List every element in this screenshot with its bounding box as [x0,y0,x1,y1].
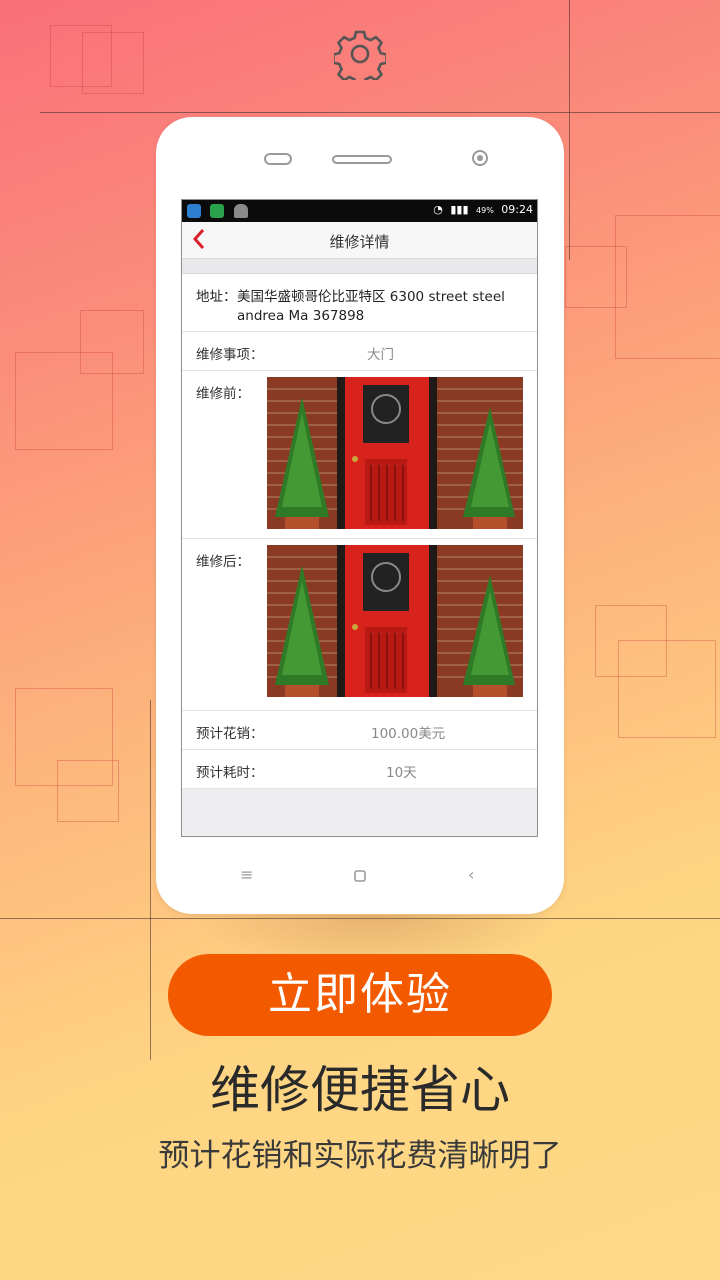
after-label: 维修后： [196,554,250,570]
item-label: 维修事项： [196,347,264,363]
duration-label: 预计耗时： [196,765,264,781]
shield-icon [210,204,224,218]
deco-square [15,352,113,450]
item-row: 维修事项： 大门 [182,332,537,371]
phone-screen: ◔ ▮▮▮ 49% 09:24 维修详情 地址： 美国华盛顿哥伦比亚特区 630… [181,199,538,837]
phone-mockup: ◔ ▮▮▮ 49% 09:24 维修详情 地址： 美国华盛顿哥伦比亚特区 630… [156,117,564,914]
android-icon [234,204,248,218]
before-photo[interactable] [267,377,523,529]
deco-line [150,700,151,1060]
after-row: 维修后： [182,539,537,711]
back-nav-icon[interactable]: ‹ [468,865,474,884]
status-bar: ◔ ▮▮▮ 49% 09:24 [182,200,537,222]
status-right: ◔ ▮▮▮ 49% 09:24 [433,203,533,216]
empty-area [182,789,537,835]
address-row: 地址： 美国华盛顿哥伦比亚特区 6300 street steel andrea… [182,274,537,332]
deco-line [40,112,720,113]
signal-icon: ▮▮▮ [450,203,469,216]
headline: 维修便捷省心 [210,1061,510,1119]
before-row: 维修前： [182,371,537,539]
cost-value: 100.00美元 [371,726,446,742]
phone-speaker [332,155,392,164]
duration-row: 预计耗时： 10天 [182,750,537,789]
item-value: 大门 [367,347,394,363]
address-label: 地址： [196,289,237,305]
menu-icon[interactable]: ≡ [240,865,253,884]
deco-square [615,215,720,359]
before-label: 维修前： [196,386,250,402]
deco-square [618,640,716,738]
app-icon [187,204,201,218]
section-gap [182,259,537,274]
cost-row: 预计花销： 100.00美元 [182,711,537,750]
after-photo[interactable] [267,545,523,697]
deco-square [565,246,627,308]
home-icon[interactable] [354,867,366,886]
status-time: 09:24 [501,203,533,216]
subheadline: 预计花销和实际花费清晰明了 [158,1138,562,1174]
try-now-button[interactable]: 立即体验 [168,954,552,1036]
wifi-icon: ◔ [433,203,443,216]
battery-percent: 49% [476,206,494,215]
cost-label: 预计花销： [196,726,264,742]
page-title: 维修详情 [329,233,390,251]
phone-sensor [264,153,292,165]
deco-line [569,0,570,260]
phone-camera [472,150,488,166]
deco-square [57,760,119,822]
deco-square [82,32,144,94]
phone-nav-keys: ≡ ‹ [156,865,564,886]
duration-value: 10天 [386,765,417,781]
nav-bar: 维修详情 [182,222,537,259]
gear-icon[interactable] [334,28,386,80]
address-value: 美国华盛顿哥伦比亚特区 6300 street steel andrea Ma … [237,289,505,324]
detail-content: 地址： 美国华盛顿哥伦比亚特区 6300 street steel andrea… [182,274,537,789]
